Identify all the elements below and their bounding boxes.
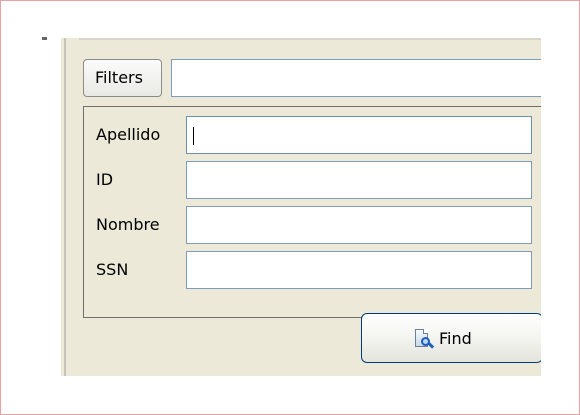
document-fold [423,329,428,334]
search-dialog-viewport: Filters Apellido ID Nombre SSN Find [61,38,541,376]
apellido-input[interactable] [186,116,532,154]
search-panel: Filters Apellido ID Nombre SSN Find [79,38,541,376]
screenshot-frame: Filters Apellido ID Nombre SSN Find [0,0,580,415]
panel-top-border [79,38,541,40]
find-button-content: Find [414,327,472,351]
magnifier-handle [427,342,435,349]
nombre-label: Nombre [96,215,160,234]
search-document-icon [414,328,435,350]
filter-row: Filters [81,59,541,97]
field-row-nombre: Nombre [84,205,541,245]
window-edge-marker [42,37,47,40]
text-cursor [193,127,194,145]
ssn-input[interactable] [186,251,532,289]
find-label: Find [439,329,472,348]
id-input[interactable] [186,161,532,199]
search-fields-group: Apellido ID Nombre SSN [83,106,541,318]
apellido-label: Apellido [96,125,161,144]
filters-tab[interactable]: Filters [83,59,162,97]
ssn-label: SSN [96,260,129,279]
field-row-id: ID [84,160,541,200]
field-row-ssn: SSN [84,250,541,290]
id-label: ID [96,170,114,189]
filter-input[interactable] [171,59,541,97]
find-button[interactable]: Find [361,313,541,363]
nombre-input[interactable] [186,206,532,244]
field-row-apellido: Apellido [84,115,541,155]
left-rail [61,38,80,376]
